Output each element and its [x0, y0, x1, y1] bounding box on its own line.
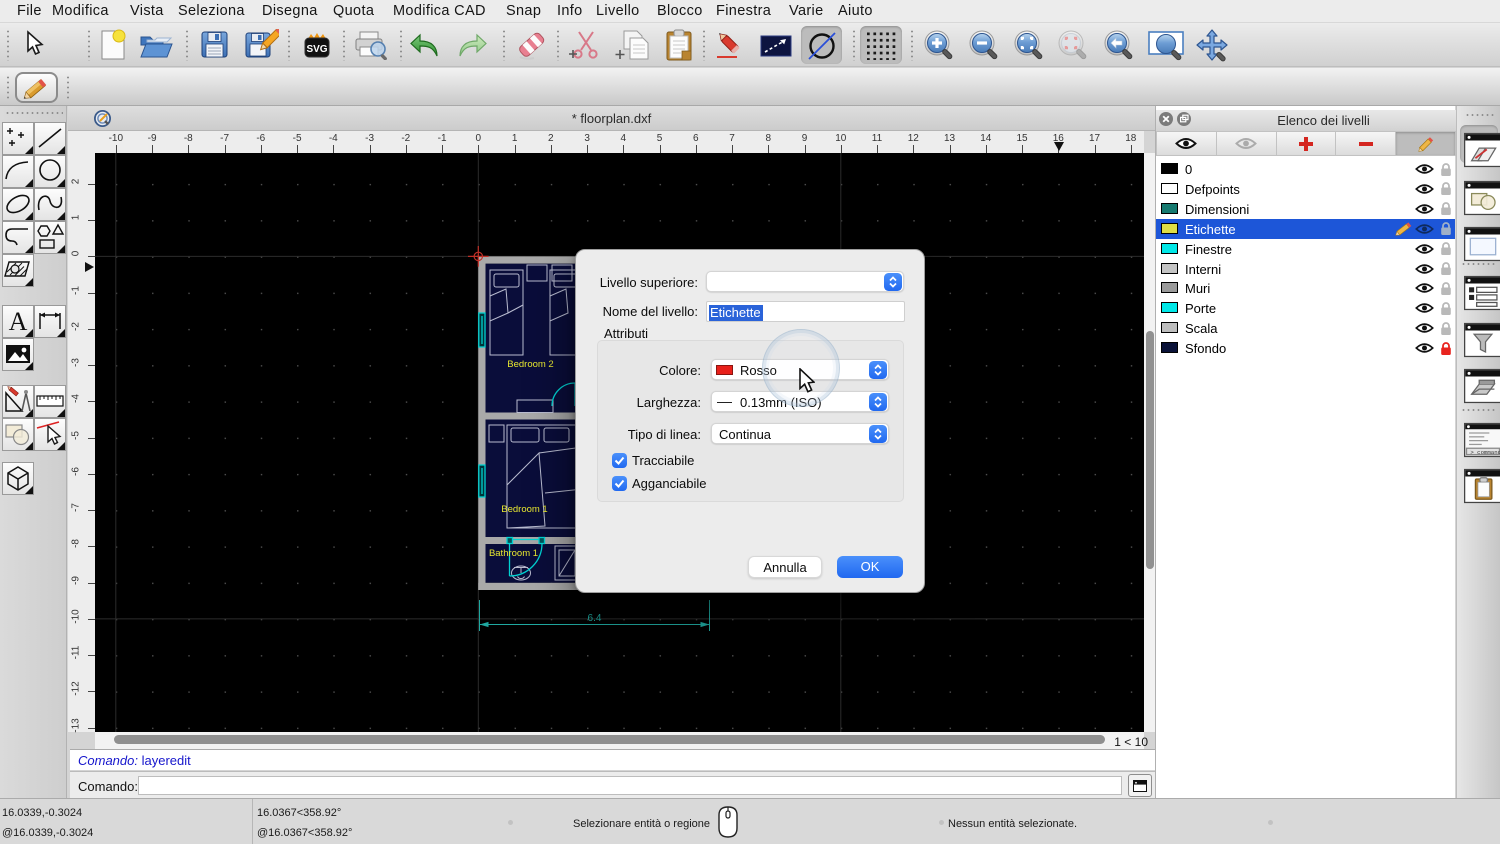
svg-text:Bedroom 1: Bedroom 1 [501, 504, 547, 515]
svg-text:Bedroom 2: Bedroom 2 [507, 359, 553, 370]
svg-text:A: A [9, 307, 28, 336]
svg-text:> command: > command [1470, 449, 1500, 456]
svg-text:Bathroom 1: Bathroom 1 [489, 548, 538, 559]
svg-text:6.4: 6.4 [588, 613, 602, 624]
svg-text:SVG: SVG [306, 44, 327, 55]
